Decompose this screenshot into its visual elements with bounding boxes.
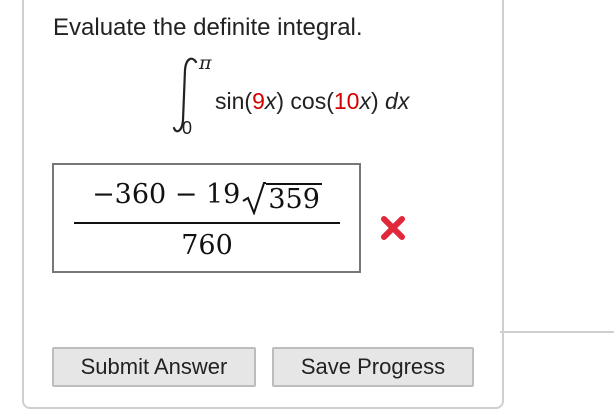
sin-text: sin( xyxy=(215,88,253,114)
cos-coefficient: 10 xyxy=(333,88,360,114)
save-progress-button[interactable]: Save Progress xyxy=(272,347,474,387)
fraction-denominator: 760 xyxy=(181,230,233,261)
integral-expression: π 0 sin(9x) cos(10x) dx xyxy=(166,52,496,142)
x-mark-icon xyxy=(381,216,405,240)
square-root-icon xyxy=(242,182,267,215)
differential: dx xyxy=(385,88,410,114)
fraction-bar xyxy=(74,222,340,224)
cos-text: cos( xyxy=(284,88,334,114)
upper-limit: π xyxy=(199,52,212,74)
sin-variable: x xyxy=(264,88,277,114)
sin-coefficient: 9 xyxy=(252,88,265,114)
numerator-text: −360 − 19 xyxy=(92,179,241,210)
radicand: 359 xyxy=(266,183,322,215)
answer-input[interactable]: −360 − 19 359 760 xyxy=(52,163,361,273)
divider xyxy=(500,331,614,333)
cos-variable: x xyxy=(359,88,371,114)
submit-answer-button[interactable]: Submit Answer xyxy=(52,347,256,387)
sin-close: ) xyxy=(276,88,285,114)
cos-close: ) xyxy=(370,88,379,114)
integrand: sin(9x) cos(10x) dx xyxy=(215,88,409,115)
question-prompt: Evaluate the definite integral. xyxy=(53,14,363,41)
fraction-numerator: −360 − 19 359 xyxy=(72,175,342,215)
lower-limit: 0 xyxy=(182,118,193,138)
